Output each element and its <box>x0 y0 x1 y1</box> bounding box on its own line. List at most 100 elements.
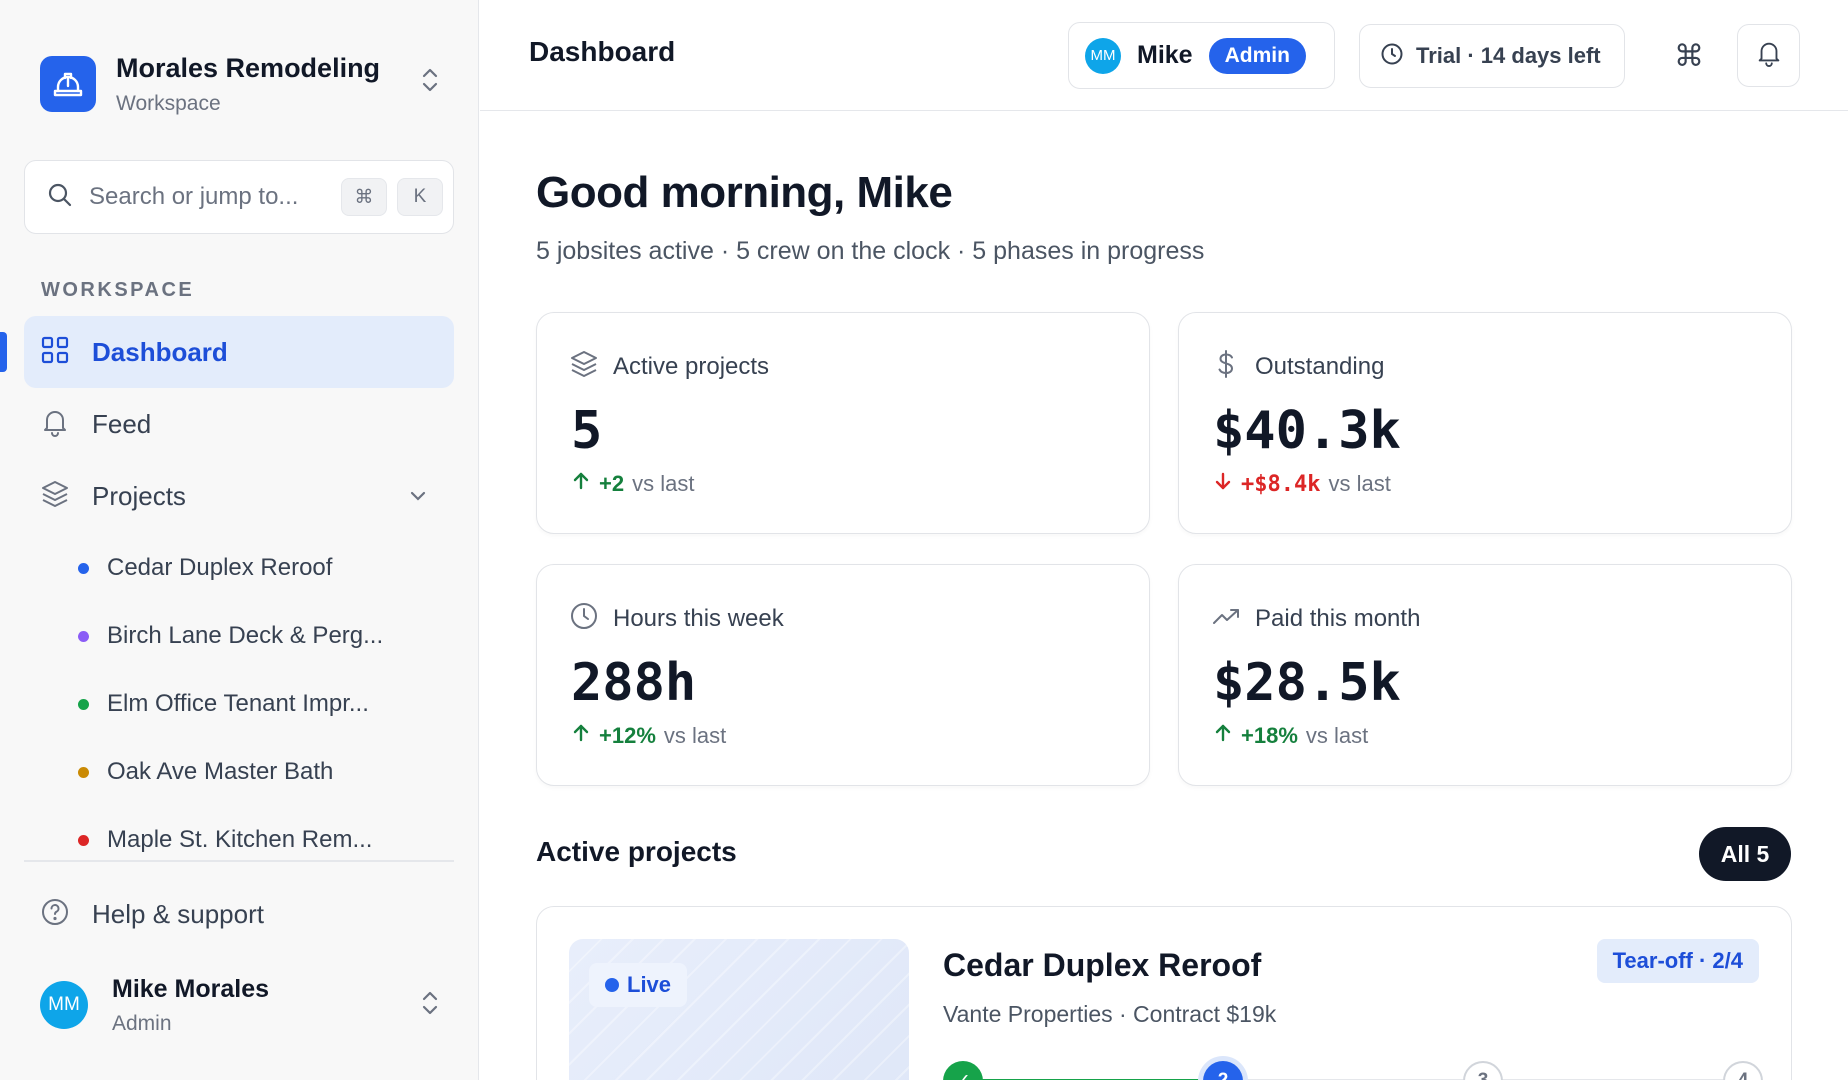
search-icon <box>47 182 73 213</box>
sidebar: Morales Remodeling Workspace Search or j… <box>0 0 479 1080</box>
greeting: Good morning, Mike <box>536 168 953 217</box>
layers-icon <box>569 349 599 384</box>
sidebar-item-dashboard[interactable]: Dashboard <box>24 316 454 388</box>
user-name: Mike Morales <box>112 974 270 1003</box>
layers-icon <box>40 479 70 514</box>
stat-delta: +12% <box>599 723 656 748</box>
stat-delta-suffix: vs last <box>632 471 695 496</box>
stat-card-active-projects[interactable]: Active projects 5 +2 vs last <box>536 312 1150 534</box>
view-all-button[interactable]: All 5 <box>1699 827 1791 881</box>
user-menu[interactable]: MM Mike Morales Admin <box>40 965 440 1045</box>
sidebar-item-label: Projects <box>92 480 186 511</box>
section-label-workspace: WORKSPACE <box>41 279 195 301</box>
arrow-up-icon <box>1213 723 1233 749</box>
notifications-button[interactable] <box>1737 24 1800 87</box>
sidebar-item-label: Feed <box>92 408 152 439</box>
bell-icon <box>1755 39 1783 72</box>
stat-delta: +2 <box>599 471 625 496</box>
thumbnail-pattern <box>569 939 909 1080</box>
sidebar-project-item[interactable]: Cedar Duplex Reroof <box>78 548 332 588</box>
user-role: Admin <box>112 1011 172 1035</box>
arrow-up-icon <box>571 723 591 749</box>
search-input[interactable]: Search or jump to... ⌘ K <box>24 160 454 234</box>
clock-icon <box>1380 42 1404 71</box>
sidebar-project-item[interactable]: Elm Office Tenant Impr... <box>78 684 369 724</box>
bell-icon <box>40 407 70 442</box>
sidebar-project-label: Oak Ave Master Bath <box>107 758 334 785</box>
section-title-active-projects: Active projects <box>536 836 737 867</box>
dollar-icon <box>1211 349 1241 384</box>
help-icon <box>40 897 70 932</box>
search-placeholder: Search or jump to... <box>89 183 299 210</box>
avatar: MM <box>40 981 88 1029</box>
sidebar-item-feed[interactable]: Feed <box>24 388 454 460</box>
trial-label: Trial · 14 days left <box>1416 43 1601 68</box>
kbd-cmd: ⌘ <box>341 178 387 216</box>
sidebar-item-projects[interactable]: Projects <box>24 460 454 532</box>
sidebar-project-label: Cedar Duplex Reroof <box>107 554 333 581</box>
stat-value: $40.3k <box>1213 401 1401 461</box>
workspace-subtitle: Workspace <box>116 91 221 115</box>
project-card[interactable]: Live Cedar Duplex Reroof Vante Propertie… <box>536 906 1792 1080</box>
stat-value: 288h <box>571 653 697 713</box>
chevron-down-icon[interactable] <box>408 486 428 511</box>
project-color-dot <box>78 630 89 642</box>
stat-value: 5 <box>571 401 603 461</box>
step-pending: 3 <box>1463 1061 1503 1080</box>
stat-card-paid[interactable]: Paid this month $28.5k +18% vs last <box>1178 564 1792 786</box>
sidebar-project-item[interactable]: Oak Ave Master Bath <box>78 752 333 792</box>
phase-stepper: ✓ 2 3 4 <box>943 1061 1763 1080</box>
project-color-dot <box>78 562 89 574</box>
step-pending: 4 <box>1723 1061 1763 1080</box>
stat-delta: +$8.4k <box>1241 471 1321 497</box>
live-dot <box>605 978 619 992</box>
project-color-dot <box>78 834 89 846</box>
grid-icon <box>40 335 70 370</box>
hardhat-icon <box>40 56 96 112</box>
avatar: MM <box>1085 37 1121 74</box>
page-title: Dashboard <box>529 36 676 67</box>
clock-icon <box>569 601 599 636</box>
stat-value: $28.5k <box>1213 653 1401 713</box>
project-thumbnail: Live <box>569 939 909 1080</box>
stat-label: Paid this month <box>1255 604 1421 632</box>
topbar: Dashboard MM Mike Admin Trial · 14 days … <box>480 0 1848 111</box>
stat-label: Outstanding <box>1255 352 1385 380</box>
trial-button[interactable]: Trial · 14 days left <box>1359 24 1625 88</box>
sidebar-item-label: Help & support <box>92 898 264 929</box>
user-name: Mike <box>1137 41 1193 69</box>
step-current: 2 <box>1203 1061 1243 1080</box>
status-label: Live <box>627 972 672 997</box>
arrow-down-icon <box>1213 471 1233 497</box>
stat-card-outstanding[interactable]: Outstanding $40.3k +$8.4k vs last <box>1178 312 1792 534</box>
stat-delta: +18% <box>1241 723 1298 748</box>
summary-text: 5 jobsites active · 5 crew on the clock … <box>536 237 1205 265</box>
role-badge: Admin <box>1208 37 1306 74</box>
sidebar-project-label: Elm Office Tenant Impr... <box>107 690 369 717</box>
sidebar-project-item[interactable]: Birch Lane Deck & Perg... <box>78 616 383 656</box>
kbd-k: K <box>397 178 443 216</box>
sidebar-project-label: Maple St. Kitchen Rem... <box>107 826 373 853</box>
chevron-updown-icon <box>420 989 440 1022</box>
arrow-up-icon <box>571 471 591 497</box>
sidebar-project-item[interactable]: Maple St. Kitchen Rem... <box>78 820 372 860</box>
project-name: Cedar Duplex Reroof <box>943 947 1262 983</box>
workspace-name: Morales Remodeling <box>116 52 381 83</box>
sidebar-item-label: Dashboard <box>92 336 228 367</box>
command-icon[interactable]: ⌘ <box>1661 28 1717 84</box>
status-badge: Live <box>589 963 688 1007</box>
trending-up-icon <box>1211 601 1241 636</box>
stat-delta-suffix: vs last <box>1328 471 1391 496</box>
chevron-updown-icon <box>420 66 440 99</box>
sidebar-project-label: Birch Lane Deck & Perg... <box>107 622 384 649</box>
sidebar-item-help[interactable]: Help & support <box>24 878 454 950</box>
project-color-dot <box>78 766 89 778</box>
user-pill[interactable]: MM Mike Admin <box>1068 22 1335 89</box>
stat-delta-suffix: vs last <box>1305 723 1369 748</box>
stat-card-hours[interactable]: Hours this week 288h +12% vs last <box>536 564 1150 786</box>
workspace-switcher[interactable]: Morales Remodeling Workspace <box>40 52 440 116</box>
stat-label: Active projects <box>613 352 770 380</box>
project-color-dot <box>78 698 89 710</box>
stat-delta-suffix: vs last <box>663 723 727 748</box>
active-indicator <box>0 332 7 372</box>
